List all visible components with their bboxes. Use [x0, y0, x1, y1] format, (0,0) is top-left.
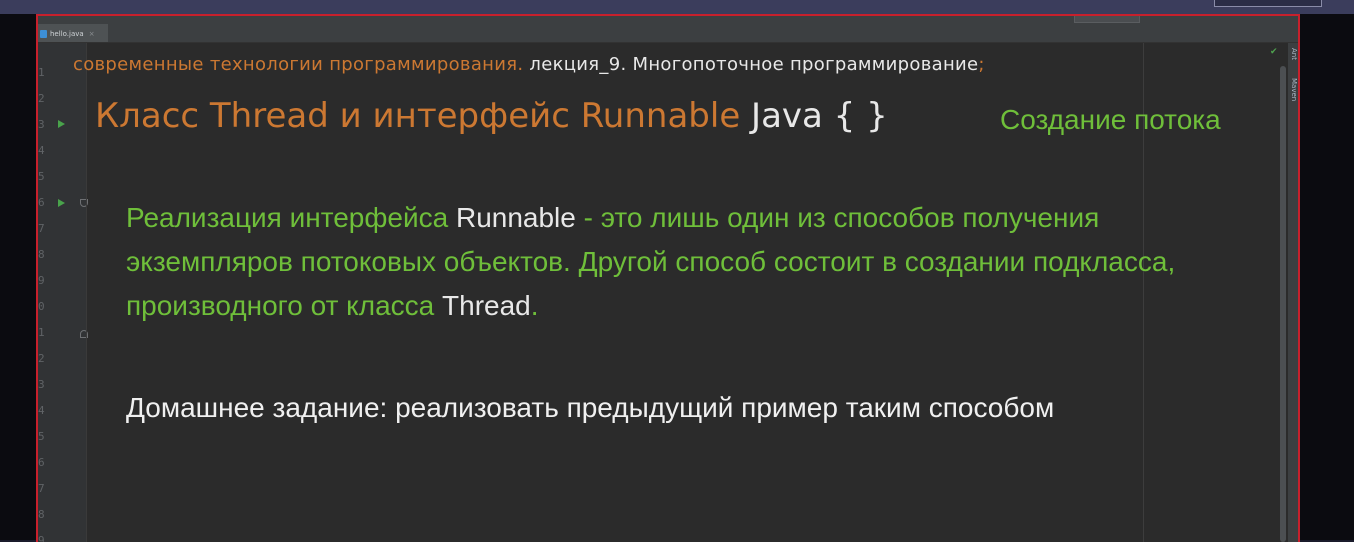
code-orange-text: современные технологии программирования. [73, 54, 524, 75]
code-line-1[interactable]: современные технологии программирования.… [73, 54, 985, 75]
para1-text-a: Реализация интерфейса [126, 202, 456, 233]
ide-window: hello.java × 1 2 3 4 5 6 7 8 9 0 1 2 3 4… [36, 14, 1300, 542]
title-orange: Класс Thread и интерфейс Runnable [95, 96, 741, 136]
line-number: 2 [38, 92, 45, 105]
line-number: 8 [38, 248, 45, 261]
line-number: 5 [38, 170, 45, 183]
line-number: 9 [38, 274, 45, 287]
run-icon[interactable] [58, 120, 65, 128]
line-number: 7 [38, 222, 45, 235]
tab-label: hello.java [50, 29, 84, 38]
right-tool-strip [1288, 43, 1298, 542]
line-number: 6 [38, 196, 45, 209]
close-icon[interactable]: × [89, 30, 95, 38]
slide-title: Класс Thread и интерфейс Runnable Java {… [95, 96, 888, 136]
para1-keyword-runnable: Runnable [455, 202, 576, 233]
paragraph-homework: Домашнее задание: реализовать предыдущий… [126, 392, 1055, 423]
line-number: 3 [38, 118, 45, 131]
code-semicolon: ; [978, 54, 985, 75]
paragraph-runnable: Реализация интерфейса Runnable - это лиш… [126, 196, 1246, 328]
title-white: Java { } [740, 96, 888, 136]
line-number: 3 [38, 378, 45, 391]
scrollbar-thumb[interactable] [1280, 66, 1286, 542]
line-number: 5 [38, 430, 45, 443]
code-white-text: лекция_9. Многопоточное программирование [523, 54, 979, 75]
line-number-gutter: 1 2 3 4 5 6 7 8 9 0 1 2 3 4 5 6 7 8 9 [38, 43, 88, 542]
line-number: 4 [38, 404, 45, 417]
line-number: 7 [38, 482, 45, 495]
toolbar-control[interactable] [1074, 16, 1140, 23]
top-bar-button[interactable] [1214, 0, 1322, 7]
top-bar [0, 0, 1354, 14]
line-number: 1 [38, 326, 45, 339]
left-dark-area [0, 14, 36, 540]
ant-tool-tab[interactable]: Ant [1288, 48, 1298, 60]
tab-divider [38, 42, 1298, 43]
para1-keyword-thread: Thread [442, 290, 531, 321]
line-number: 1 [38, 66, 45, 79]
check-icon: ✔ [1270, 47, 1278, 57]
run-icon[interactable] [58, 199, 65, 207]
line-number: 9 [38, 534, 45, 542]
slide-subtitle: Создание потока [1000, 104, 1221, 135]
java-file-icon [40, 29, 47, 38]
line-number: 2 [38, 352, 45, 365]
maven-tool-tab[interactable]: Maven [1288, 78, 1298, 101]
tab-hello-java[interactable]: hello.java × [38, 24, 108, 43]
line-number: 4 [38, 144, 45, 157]
line-number: 0 [38, 300, 45, 313]
line-number: 8 [38, 508, 45, 521]
para1-text-e: . [530, 290, 539, 321]
line-number: 6 [38, 456, 45, 469]
gutter-border [86, 43, 87, 542]
right-dark-area [1300, 14, 1354, 540]
editor-tab-bar: hello.java × [38, 16, 1298, 43]
